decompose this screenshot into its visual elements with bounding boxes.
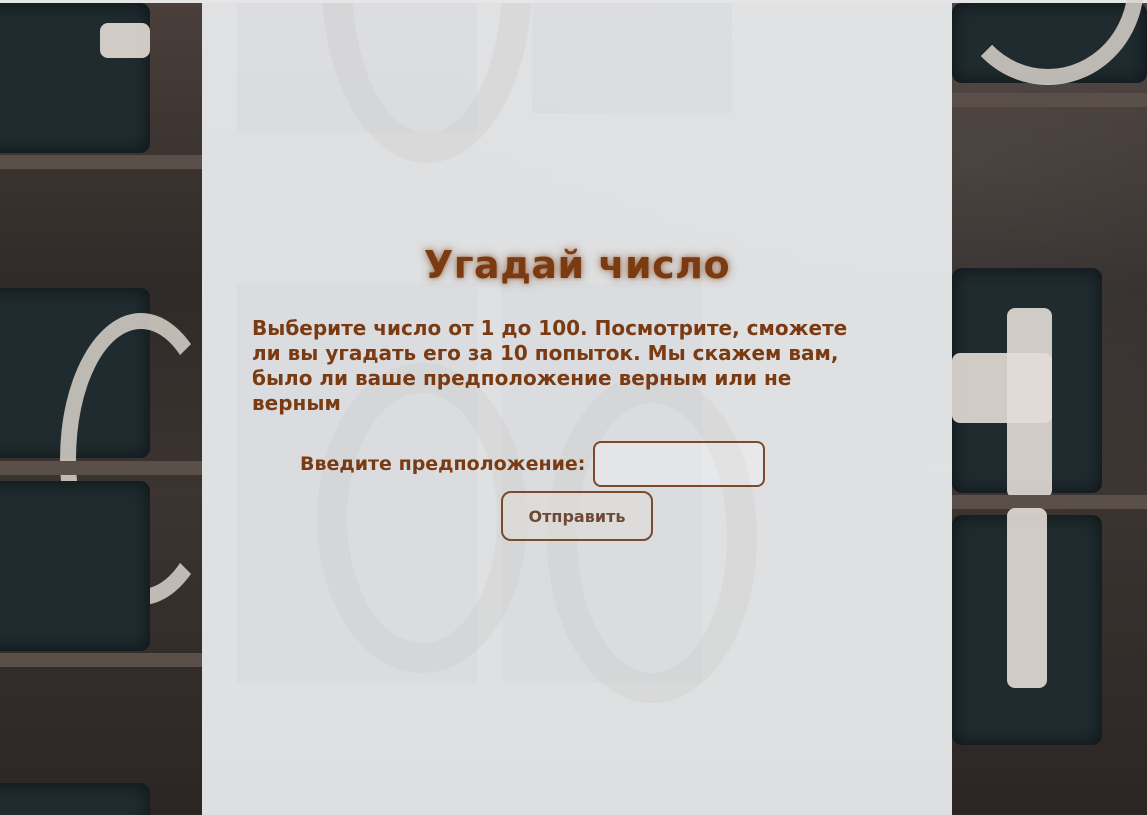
- background-right-strip: [952, 0, 1147, 815]
- background-left-strip: [0, 3, 222, 815]
- guess-label: Введите предположение:: [300, 453, 586, 475]
- background-digit: [100, 23, 150, 58]
- game-instructions: Выберите число от 1 до 100. Посмотрите, …: [252, 316, 848, 415]
- background-ghost-tile: [532, 3, 732, 113]
- guess-form-row: Введите предположение:: [300, 441, 766, 487]
- background-rail: [0, 653, 202, 667]
- background-digit: [952, 353, 1052, 423]
- background-digit: [1007, 508, 1047, 688]
- background-rail: [0, 461, 202, 475]
- background-tile: [0, 481, 150, 651]
- page-title: Угадай число: [423, 243, 731, 287]
- submit-guess-button[interactable]: Отправить: [501, 491, 653, 541]
- game-panel: Угадай число Выберите число от 1 до 100.…: [202, 3, 952, 815]
- background-tile: [0, 783, 150, 815]
- background-rail: [0, 155, 202, 169]
- background-ghost-digit: [322, 3, 532, 163]
- background-rail: [952, 93, 1147, 107]
- background-rail: [952, 495, 1147, 509]
- guess-input[interactable]: [593, 441, 766, 487]
